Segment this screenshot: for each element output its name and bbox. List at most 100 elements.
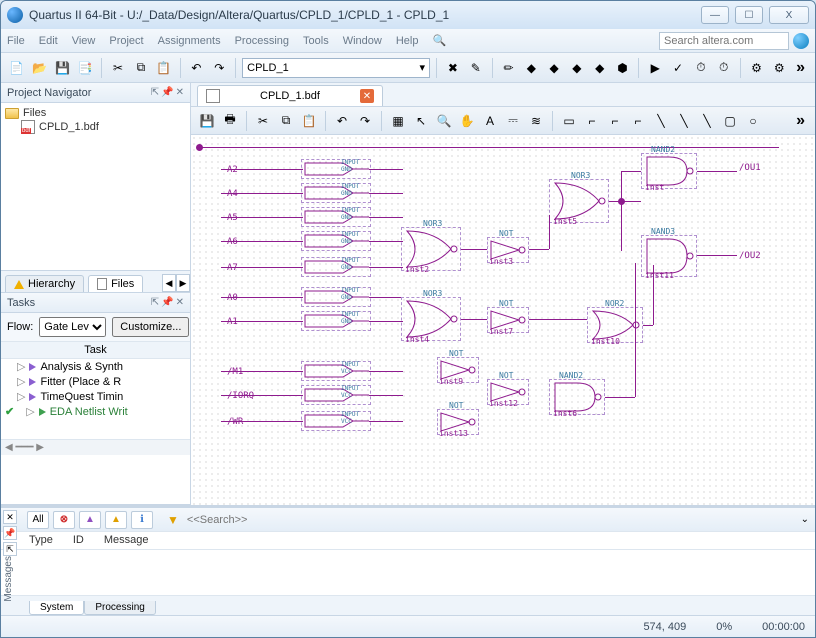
msg-error-button[interactable]: ⊗ <box>53 511 75 529</box>
redo-button[interactable]: ↷ <box>209 58 229 78</box>
schematic-canvas[interactable]: A2INPUT GNDA4INPUT GNDA5INPUT GNDA6INPUT… <box>191 135 815 505</box>
minimize-button[interactable]: — <box>701 6 729 24</box>
ed-print-button[interactable]: 🖶 <box>220 111 240 131</box>
task-row[interactable]: ✔▷EDA Netlist Writ <box>1 404 190 419</box>
task-row[interactable]: ▷TimeQuest Timin <box>1 389 190 404</box>
ed-cut-button[interactable]: ✂ <box>253 111 273 131</box>
new-file-button[interactable]: 📄 <box>7 58 27 78</box>
tool-g-button[interactable]: ⚙ <box>769 58 789 78</box>
tab-files[interactable]: Files <box>88 275 143 292</box>
close-tab-icon[interactable]: ✕ <box>360 89 374 103</box>
menu-view[interactable]: View <box>72 35 96 47</box>
msg-info-button[interactable]: ℹ <box>131 511 153 529</box>
ed-paste-button[interactable]: 📋 <box>299 111 319 131</box>
tab-processing[interactable]: Processing <box>84 601 155 615</box>
funnel-icon[interactable]: ▼ <box>167 513 179 527</box>
tool-e-button[interactable]: ✓ <box>668 58 688 78</box>
ed-symbol-button[interactable]: ⎓ <box>503 111 523 131</box>
file-entry[interactable]: CPLD_1.bdf <box>5 119 186 135</box>
msg-side-float[interactable]: ⇱ <box>3 542 17 556</box>
ed-copy-button[interactable]: ⧉ <box>276 111 296 131</box>
customize-button[interactable]: Customize... <box>112 317 189 337</box>
play-button[interactable]: ▶ <box>645 58 665 78</box>
undo-button[interactable]: ↶ <box>187 58 207 78</box>
tab-system[interactable]: System <box>29 601 84 615</box>
ed-undo-button[interactable]: ↶ <box>332 111 352 131</box>
tool-c-button[interactable]: ◆ <box>567 58 587 78</box>
flow-select[interactable]: Gate Lev <box>39 317 106 337</box>
ed-overflow[interactable]: » <box>792 112 809 130</box>
menu-processing[interactable]: Processing <box>235 35 289 47</box>
msg-side-close[interactable]: ✕ <box>3 510 17 524</box>
menu-help[interactable]: Help <box>396 35 419 47</box>
ed-line2-button[interactable]: ⌐ <box>605 111 625 131</box>
open-button[interactable]: 📂 <box>30 58 50 78</box>
paste-button[interactable]: 📋 <box>154 58 174 78</box>
pencil-button[interactable]: ✏ <box>499 58 519 78</box>
menu-edit[interactable]: Edit <box>39 35 58 47</box>
nav-left[interactable]: ◀ <box>162 274 176 292</box>
search-input[interactable] <box>659 32 789 50</box>
pin2-icon[interactable]: 📌 <box>161 297 173 308</box>
menu-file[interactable]: File <box>7 35 25 47</box>
msg-side-pin[interactable]: 📌 <box>3 526 17 540</box>
toolbar-overflow[interactable]: » <box>792 59 809 77</box>
settings-button[interactable]: ✖ <box>443 58 463 78</box>
ed-line3-button[interactable]: ⌐ <box>628 111 648 131</box>
ed-box-button[interactable]: ▢ <box>720 111 740 131</box>
stop-button[interactable]: ⬢ <box>613 58 633 78</box>
ed-save-button[interactable]: 💾 <box>197 111 217 131</box>
ed-hand-button[interactable]: ✋ <box>457 111 477 131</box>
editor-tab[interactable]: CPLD_1.bdf ✕ <box>197 85 383 106</box>
globe-icon[interactable] <box>793 33 809 49</box>
help-search-icon[interactable]: 🔍 <box>432 34 446 47</box>
maximize-button[interactable]: ☐ <box>735 6 763 24</box>
ed-text-button[interactable]: A <box>480 111 500 131</box>
msg-all-button[interactable]: All <box>27 511 49 529</box>
pin-icon[interactable]: ⇱ <box>151 87 159 98</box>
timer2-button[interactable]: ⏱ <box>714 58 734 78</box>
task-row[interactable]: ▷Analysis & Synth <box>1 359 190 374</box>
msg-dropdown[interactable]: ⌄ <box>801 514 809 525</box>
msg-critical-button[interactable]: ▲ <box>79 511 101 529</box>
msg-warn-button[interactable]: ▲ <box>105 511 127 529</box>
tool-a-button[interactable]: ◆ <box>521 58 541 78</box>
task-row[interactable]: ▷Fitter (Place & R <box>1 374 190 389</box>
project-combo[interactable]: CPLD_1▾ <box>242 58 430 78</box>
ed-zoom-button[interactable]: 🔍 <box>434 111 454 131</box>
ed-pointer-button[interactable]: ↖ <box>411 111 431 131</box>
ed-select-button[interactable]: ▦ <box>388 111 408 131</box>
tab-hierarchy[interactable]: Hierarchy <box>5 275 84 292</box>
menu-tools[interactable]: Tools <box>303 35 329 47</box>
files-folder[interactable]: Files <box>5 107 186 119</box>
save-all-button[interactable]: 📑 <box>75 58 95 78</box>
ed-bus-button[interactable]: ≋ <box>526 111 546 131</box>
menu-project[interactable]: Project <box>109 35 143 47</box>
pin-icon[interactable]: ⇱ <box>151 297 159 308</box>
tool-b-button[interactable]: ◆ <box>544 58 564 78</box>
nav-right[interactable]: ▶ <box>176 274 190 292</box>
task-hscroll[interactable]: ◀ ━━━ ▶ <box>1 439 190 455</box>
wand-button[interactable]: ✎ <box>466 58 486 78</box>
ed-diag1-button[interactable]: ╲ <box>651 111 671 131</box>
timer1-button[interactable]: ⏱ <box>691 58 711 78</box>
menu-assignments[interactable]: Assignments <box>158 35 221 47</box>
cut-button[interactable]: ✂ <box>108 58 128 78</box>
ed-diag2-button[interactable]: ╲ <box>674 111 694 131</box>
schematic-canvas-wrap[interactable]: A2INPUT GNDA4INPUT GNDA5INPUT GNDA6INPUT… <box>191 135 815 505</box>
tool-f-button[interactable]: ⚙ <box>747 58 767 78</box>
tool-d-button[interactable]: ◆ <box>590 58 610 78</box>
ed-circle-button[interactable]: ○ <box>743 111 763 131</box>
messages-body[interactable] <box>1 550 815 595</box>
save-button[interactable]: 💾 <box>53 58 73 78</box>
ed-rect-button[interactable]: ▭ <box>559 111 579 131</box>
close-panel-icon[interactable]: ✕ <box>176 87 184 98</box>
close-panel-icon[interactable]: ✕ <box>176 297 184 308</box>
ed-line1-button[interactable]: ⌐ <box>582 111 602 131</box>
pin2-icon[interactable]: 📌 <box>161 87 173 98</box>
ed-redo-button[interactable]: ↷ <box>355 111 375 131</box>
copy-button[interactable]: ⧉ <box>131 58 151 78</box>
menu-window[interactable]: Window <box>343 35 382 47</box>
close-button[interactable]: X <box>769 6 809 24</box>
ed-diag3-button[interactable]: ╲ <box>697 111 717 131</box>
